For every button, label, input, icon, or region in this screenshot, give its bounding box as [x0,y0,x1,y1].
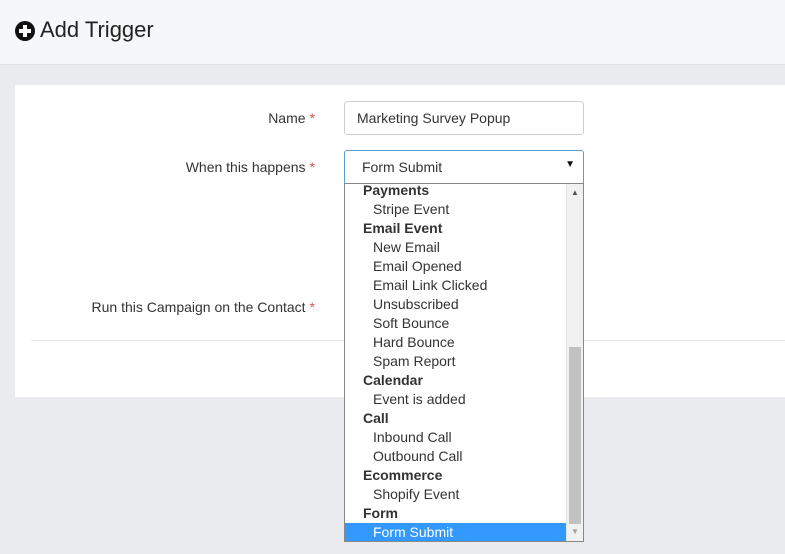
dropdown-option[interactable]: Soft Bounce [345,314,567,333]
dropdown-option[interactable]: Form Submit [345,523,567,541]
scroll-up-arrow-icon[interactable]: ▲ [567,186,583,200]
dropdown-option[interactable]: New Email [345,238,567,257]
dropdown-option[interactable]: Spam Report [345,352,567,371]
scrollbar-thumb[interactable] [569,347,581,524]
dropdown-list: Payments Stripe Event Email Event New Email… [345,183,567,541]
dropdown-scrollbar[interactable]: ▲ ▼ [566,184,583,541]
dropdown-option[interactable]: Unsubscribed [345,295,567,314]
dropdown-group-label: Email Event [363,220,443,236]
trigger-type-dropdown[interactable]: Payments Stripe Event Email Event New Email… [344,183,584,542]
name-label-text: Name [268,110,306,126]
dropdown-group-label: Calendar [363,372,423,388]
required-mark: * [309,110,315,126]
when-label: When this happens * [186,159,315,175]
name-label: Name * [268,110,315,126]
dropdown-group-label: Payments [363,183,430,198]
dropdown-option[interactable]: Email Link Clicked [345,276,567,295]
dropdown-option[interactable]: Event is added [345,390,567,409]
dropdown-group-label: Form [363,505,398,521]
dropdown-option[interactable]: Stripe Event [345,200,567,219]
dropdown-option[interactable]: Email Opened [345,257,567,276]
dropdown-option[interactable]: Hard Bounce [345,333,567,352]
dropdown-option[interactable]: Inbound Call [345,428,567,447]
run-campaign-label: Run this Campaign on the Contact * [92,299,315,315]
scroll-down-arrow-icon[interactable]: ▼ [567,525,583,539]
when-label-text: When this happens [185,159,306,175]
required-mark: * [309,299,315,315]
trigger-type-select[interactable]: Form Submit ▼ [344,150,584,184]
caret-down-icon: ▼ [565,159,575,170]
dropdown-option[interactable]: Shopify Event [345,485,567,504]
name-input[interactable] [344,101,584,135]
dropdown-group-label: Call [363,410,389,426]
dropdown-group-label: Ecommerce [363,467,443,483]
trigger-type-value: Form Submit [362,159,443,175]
plus-circle-icon [15,21,35,41]
page-header: Add Trigger [0,0,785,65]
run-campaign-label-text: Run this Campaign on the Contact [91,299,306,315]
required-mark: * [309,159,315,175]
page-title: Add Trigger [40,17,154,42]
dropdown-option[interactable]: Outbound Call [345,447,567,466]
